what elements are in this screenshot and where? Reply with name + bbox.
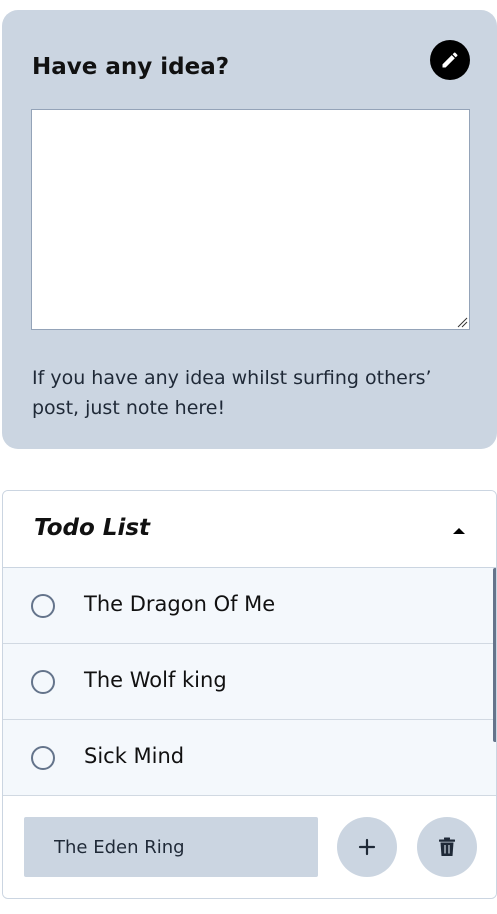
- todo-footer: [3, 796, 496, 898]
- add-todo-button[interactable]: [337, 817, 397, 877]
- todo-radio[interactable]: [31, 746, 55, 770]
- todo-title: Todo List: [34, 515, 151, 541]
- todo-card: Todo List The Dragon Of Me The Wolf king…: [2, 490, 497, 899]
- idea-card: Have any idea? If you have any idea whil…: [2, 10, 497, 449]
- edit-button[interactable]: [430, 40, 470, 80]
- todo-item-label: Sick Mind: [84, 744, 185, 768]
- todo-item-label: The Dragon Of Me: [84, 592, 276, 616]
- plus-icon: [358, 838, 376, 856]
- new-todo-input[interactable]: [24, 817, 318, 877]
- todo-item-label: The Wolf king: [84, 668, 227, 692]
- todo-item[interactable]: The Wolf king: [3, 644, 496, 720]
- idea-title: Have any idea?: [32, 54, 230, 80]
- todo-item[interactable]: The Dragon Of Me: [3, 568, 496, 644]
- pencil-icon: [442, 52, 458, 68]
- list-scrollbar[interactable]: [493, 568, 496, 742]
- idea-hint: If you have any idea whilst surfing othe…: [32, 367, 432, 419]
- todo-header[interactable]: Todo List: [3, 491, 496, 568]
- resize-grip-icon[interactable]: [456, 316, 468, 328]
- collapse-button[interactable]: [447, 519, 471, 543]
- caret-up-icon: [453, 528, 465, 534]
- todo-radio[interactable]: [31, 594, 55, 618]
- todo-item[interactable]: Sick Mind: [3, 720, 496, 796]
- delete-todo-button[interactable]: [417, 817, 477, 877]
- todo-list: The Dragon Of Me The Wolf king Sick Mind: [3, 568, 496, 796]
- todo-radio[interactable]: [31, 670, 55, 694]
- trash-icon: [439, 837, 455, 856]
- idea-textarea[interactable]: [31, 109, 470, 330]
